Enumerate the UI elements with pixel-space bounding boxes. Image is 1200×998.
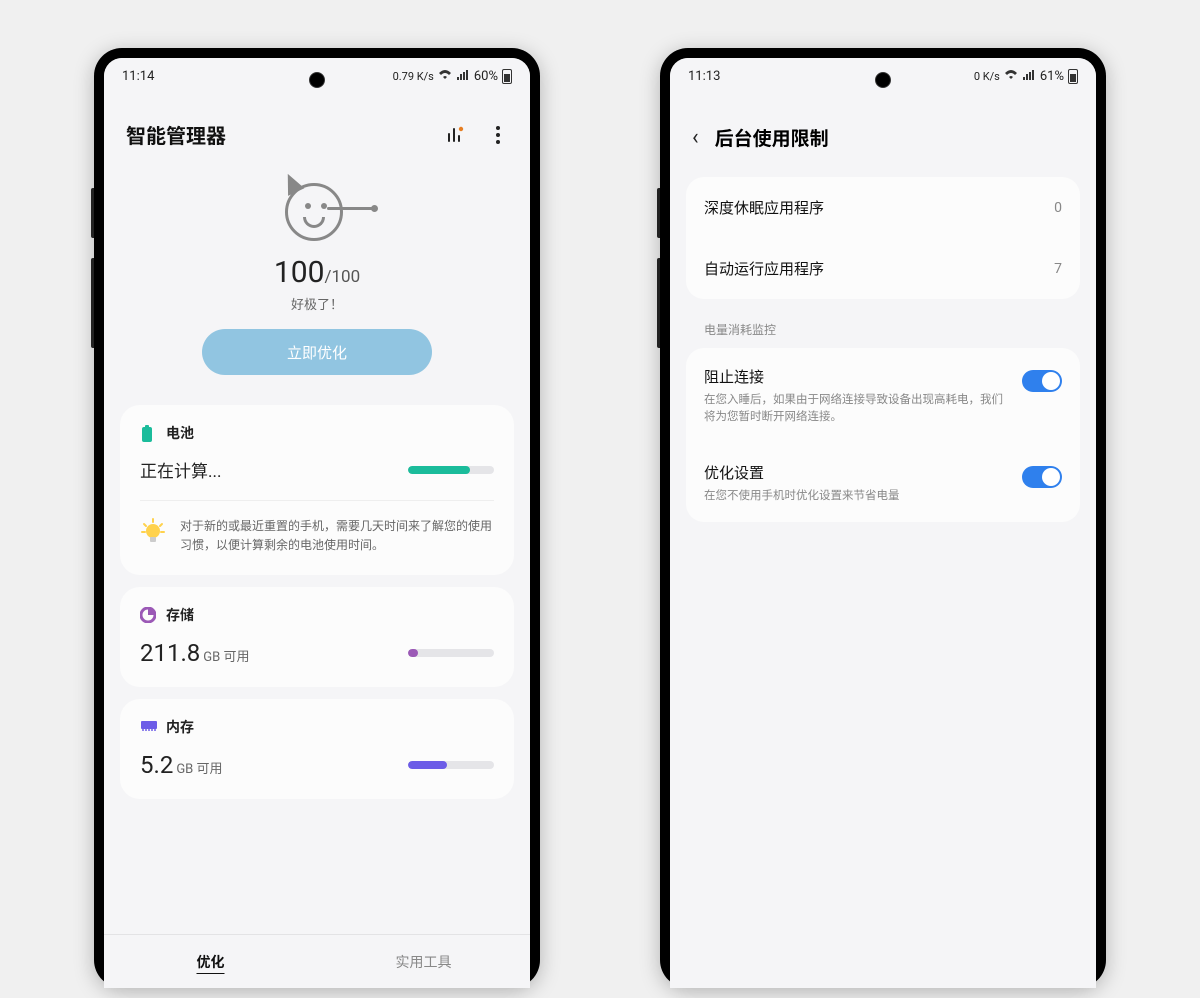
app-limit-list: 深度休眠应用程序 0 自动运行应用程序 7 [686, 177, 1080, 299]
toggle-desc: 在您入睡后，如果由于网络连接导致设备出现高耗电，我们将为您暂时断开网络连接。 [704, 391, 1008, 426]
status-right: 0 K/s 61% [974, 69, 1078, 84]
list-item-label: 自动运行应用程序 [704, 258, 824, 279]
block-connection-row[interactable]: 阻止连接 在您入睡后，如果由于网络连接导致设备出现高耗电，我们将为您暂时断开网络… [686, 348, 1080, 444]
status-right: 0.79 K/s 60% [393, 69, 512, 84]
storage-bar [408, 649, 494, 657]
page-header: ‹ 后台使用限制 [686, 106, 1080, 177]
tab-optimize[interactable]: 优化 [104, 935, 317, 988]
back-button[interactable]: ‹ [692, 125, 699, 150]
memory-card[interactable]: 内存 5.2GB 可用 [120, 699, 514, 799]
phone-left: 11:14 0.79 K/s 60% 智能管理器 [94, 48, 540, 988]
chart-icon[interactable] [446, 125, 466, 145]
storage-card-icon [140, 607, 156, 623]
battery-status-text: 正在计算... [140, 457, 221, 482]
score-current: 100 [274, 255, 325, 290]
camera-cutout [875, 72, 891, 88]
toggle-title: 阻止连接 [704, 366, 1008, 387]
battery-card-label: 电池 [166, 423, 194, 443]
more-icon[interactable] [488, 125, 508, 145]
score-value: 100/100 [120, 255, 514, 290]
signal-icon [456, 69, 470, 84]
header-actions [446, 125, 508, 145]
block-connection-switch[interactable] [1022, 370, 1062, 392]
optimize-settings-row[interactable]: 优化设置 在您不使用手机时优化设置来节省电量 [686, 444, 1080, 522]
memory-value: 5.2GB 可用 [140, 751, 223, 779]
phone-right: 11:13 0 K/s 61% ‹ 后台使用限制 深度休眠应用程序 [660, 48, 1106, 988]
auto-run-apps-row[interactable]: 自动运行应用程序 7 [686, 238, 1080, 299]
bulb-icon [140, 517, 166, 553]
memory-card-icon [140, 719, 156, 735]
battery-tip-text: 对于新的或最近重置的手机，需要几天时间来了解您的使用习惯，以便计算剩余的电池使用… [180, 517, 494, 555]
optimize-settings-switch[interactable] [1022, 466, 1062, 488]
toggle-title: 优化设置 [704, 462, 900, 483]
bottom-tabs: 优化 实用工具 [104, 934, 530, 988]
screen-device-care: 11:14 0.79 K/s 60% 智能管理器 [104, 58, 530, 988]
battery-tip: 对于新的或最近重置的手机，需要几天时间来了解您的使用习惯，以便计算剩余的电池使用… [140, 500, 494, 555]
status-time: 11:14 [122, 69, 154, 84]
network-speed: 0 K/s [974, 70, 1000, 83]
optimize-button[interactable]: 立即优化 [202, 329, 432, 375]
storage-card-label: 存储 [166, 605, 194, 625]
battery-percent: 61% [1040, 69, 1064, 84]
wifi-icon [1004, 69, 1018, 84]
battery-bar [408, 466, 494, 474]
list-item-value: 0 [1054, 200, 1062, 216]
content-area: ‹ 后台使用限制 深度休眠应用程序 0 自动运行应用程序 7 电量消耗监控 阻止… [670, 94, 1096, 988]
score-section: 100/100 好极了！ 立即优化 [120, 169, 514, 405]
score-max: /100 [324, 267, 360, 287]
battery-card-icon [140, 425, 156, 441]
list-item-label: 深度休眠应用程序 [704, 197, 824, 218]
battery-icon [502, 69, 512, 84]
memory-bar [408, 761, 494, 769]
toggle-desc: 在您不使用手机时优化设置来节省电量 [704, 487, 900, 504]
tab-tools[interactable]: 实用工具 [317, 935, 530, 988]
score-subtitle: 好极了！ [120, 294, 514, 313]
wifi-icon [438, 69, 452, 84]
battery-percent: 60% [474, 69, 498, 84]
battery-card[interactable]: 电池 正在计算... 对于新的或最近重置的手机，需要几天时间来了解您的使用习惯，… [120, 405, 514, 575]
camera-cutout [309, 72, 325, 88]
cards-list: 电池 正在计算... 对于新的或最近重置的手机，需要几天时间来了解您的使用习惯，… [120, 405, 514, 934]
mascot-icon [267, 169, 367, 249]
screen-bg-limits: 11:13 0 K/s 61% ‹ 后台使用限制 深度休眠应用程序 [670, 58, 1096, 988]
content-area: 智能管理器 100/100 好极了！ 立即优化 [104, 94, 530, 934]
page-header: 智能管理器 [120, 106, 514, 169]
signal-icon [1022, 69, 1036, 84]
status-time: 11:13 [688, 69, 720, 84]
memory-card-label: 内存 [166, 717, 194, 737]
deep-sleep-apps-row[interactable]: 深度休眠应用程序 0 [686, 177, 1080, 238]
battery-icon [1068, 69, 1078, 84]
toggle-group: 阻止连接 在您入睡后，如果由于网络连接导致设备出现高耗电，我们将为您暂时断开网络… [686, 348, 1080, 522]
list-item-value: 7 [1054, 261, 1062, 277]
page-title: 后台使用限制 [715, 124, 829, 151]
section-power-monitor: 电量消耗监控 [686, 299, 1080, 348]
page-title: 智能管理器 [126, 120, 226, 149]
storage-value: 211.8GB 可用 [140, 639, 249, 667]
storage-card[interactable]: 存储 211.8GB 可用 [120, 587, 514, 687]
network-speed: 0.79 K/s [393, 70, 434, 83]
